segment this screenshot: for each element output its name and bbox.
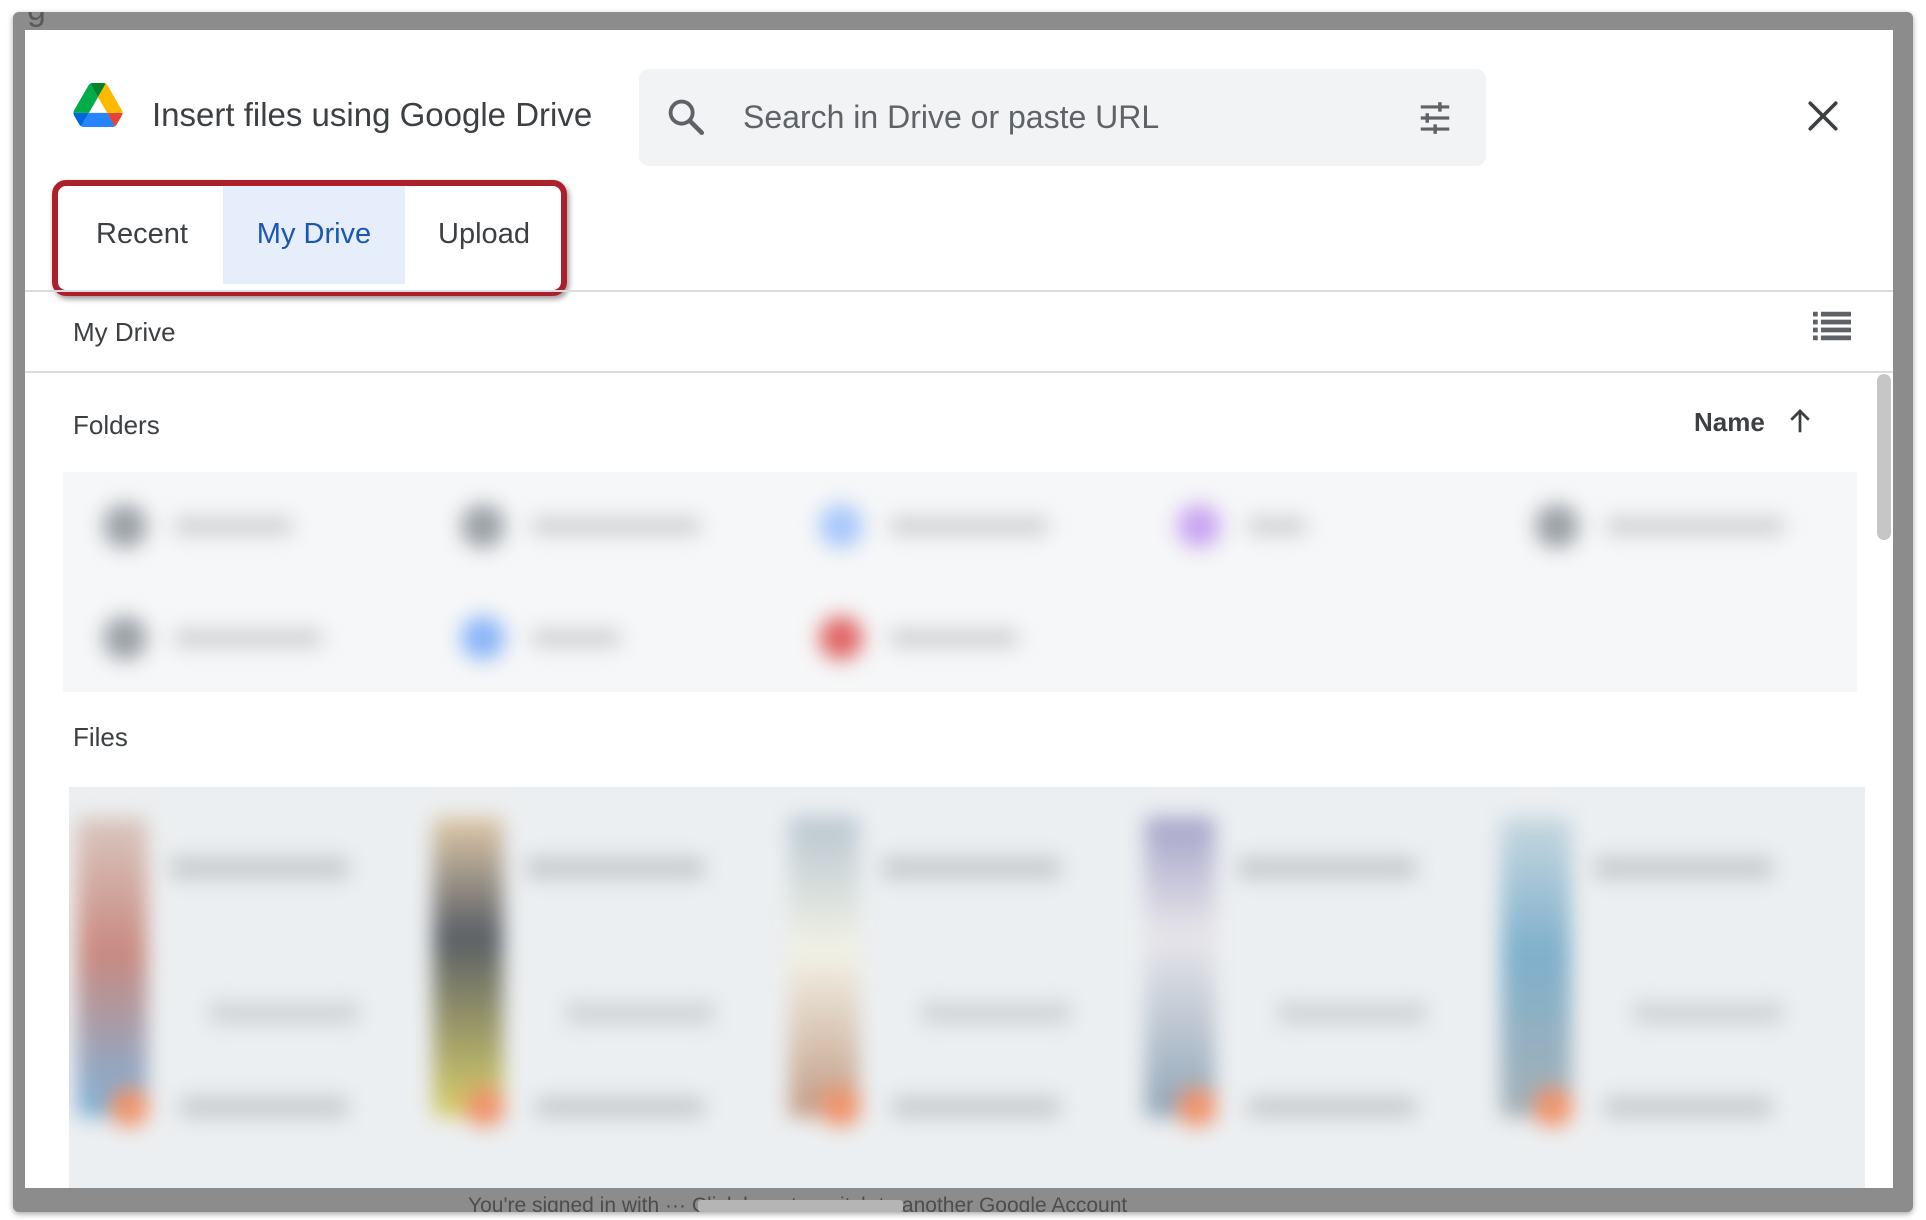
scrollbar[interactable] (1877, 374, 1891, 540)
folder-item[interactable] (1535, 494, 1815, 558)
dialog-title: Insert files using Google Drive (152, 96, 593, 133)
background-page-peek: g (27, 12, 46, 29)
file-item[interactable] (425, 787, 775, 1188)
folder-item[interactable] (461, 494, 741, 558)
arrow-up-icon[interactable] (1785, 404, 1815, 438)
breadcrumb[interactable]: My Drive (73, 317, 176, 348)
sort-by-name-button[interactable]: Name (1694, 407, 1765, 438)
folders-grid (63, 472, 1857, 692)
folder-item[interactable] (819, 606, 1099, 670)
list-view-icon[interactable] (1813, 310, 1851, 342)
redacted-email (698, 1200, 903, 1212)
files-section-label: Files (73, 722, 128, 752)
folder-item[interactable] (1177, 494, 1457, 558)
folder-item[interactable] (461, 606, 741, 670)
search-icon[interactable] (665, 96, 707, 138)
search-input[interactable] (743, 91, 1403, 143)
account-notice-peek: You're signed in with ··· Click here to … (13, 1188, 1913, 1212)
folder-item[interactable] (819, 494, 1099, 558)
files-grid (69, 787, 1865, 1188)
folder-item[interactable] (103, 494, 383, 558)
tune-icon[interactable] (1414, 99, 1456, 137)
search-bar[interactable] (639, 69, 1486, 166)
file-item[interactable] (69, 787, 419, 1188)
file-item[interactable] (1493, 787, 1843, 1188)
breadcrumb-divider (25, 371, 1893, 373)
google-drive-logo (73, 83, 123, 127)
close-icon[interactable] (1806, 99, 1840, 133)
file-item[interactable] (781, 787, 1131, 1188)
tabs-highlight-annotation (52, 180, 567, 296)
folder-item[interactable] (103, 606, 383, 670)
screenshot-frame: g Insert files using Google Drive (13, 12, 1913, 1212)
folders-section-label: Folders (73, 410, 160, 440)
drive-picker-dialog: Insert files using Google Drive Search i… (25, 30, 1893, 1188)
header-divider (25, 290, 1893, 292)
file-item[interactable] (1137, 787, 1487, 1188)
